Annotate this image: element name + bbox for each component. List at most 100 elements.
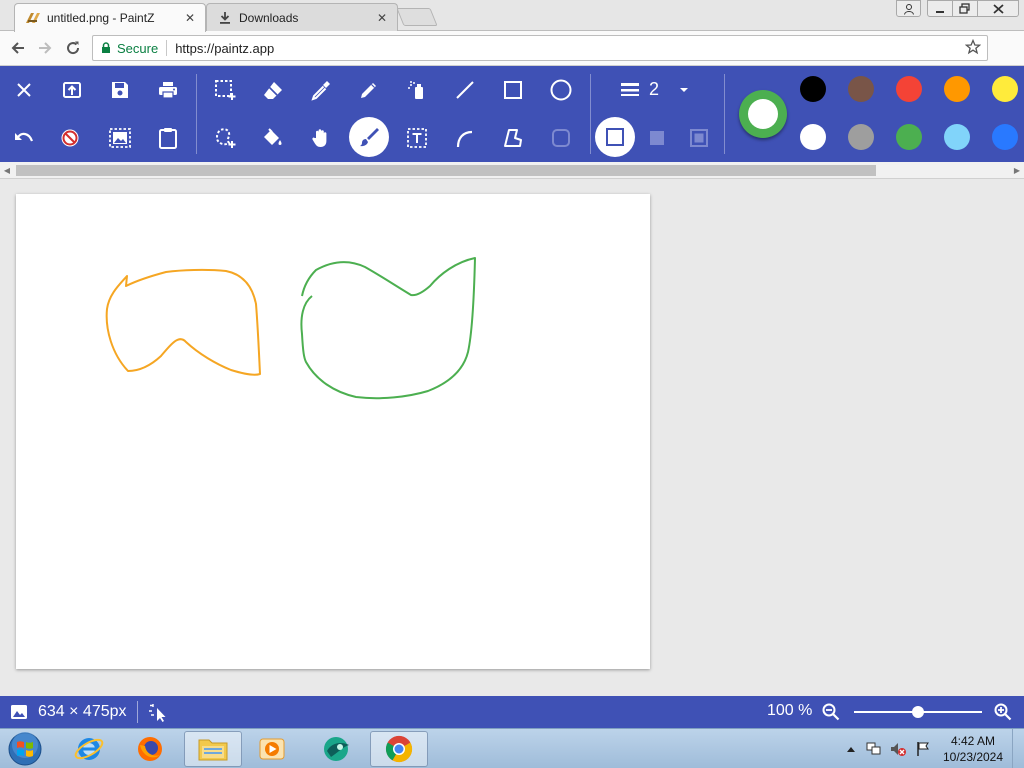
internet-explorer-icon <box>74 738 104 760</box>
spray-can-icon <box>408 81 423 99</box>
start-button[interactable] <box>4 730 46 768</box>
minimize-button[interactable] <box>927 0 953 17</box>
volume-muted-icon[interactable] <box>887 729 909 768</box>
rectangle-select-tool[interactable] <box>208 73 242 107</box>
horizontal-scrollbar[interactable]: ◀ ▶ <box>0 162 1024 179</box>
fill-tool[interactable] <box>256 121 290 155</box>
outline-mode-button[interactable] <box>595 117 635 157</box>
taskbar-firefox[interactable] <box>121 731 179 767</box>
outline-filled-square-icon <box>690 129 708 147</box>
ellipse-tool[interactable] <box>544 73 578 107</box>
save-button[interactable] <box>103 73 137 107</box>
line-width-button[interactable] <box>613 73 647 107</box>
palette-swatch[interactable] <box>896 124 922 150</box>
reload-button[interactable] <box>62 37 84 59</box>
firefox-icon <box>138 737 162 761</box>
network-tray-icon[interactable] <box>863 729 885 768</box>
close-icon <box>992 3 1004 14</box>
clock-time: 4:42 AM <box>950 734 996 748</box>
clear-icon <box>61 129 79 147</box>
line-icon <box>456 81 474 99</box>
palette-swatch[interactable] <box>896 76 922 102</box>
palette-swatch[interactable] <box>944 124 970 150</box>
close-window-button[interactable] <box>977 0 1019 17</box>
undo-button[interactable] <box>7 121 41 155</box>
taskbar-media-player[interactable] <box>243 731 301 767</box>
user-profile-button[interactable] <box>896 0 921 17</box>
tab-close-icon[interactable]: ✕ <box>375 11 389 25</box>
curve-tool[interactable] <box>448 121 482 155</box>
rectangle-select-icon <box>215 80 236 100</box>
select-all-button[interactable] <box>103 121 137 155</box>
user-icon <box>903 3 914 15</box>
palette-swatch[interactable] <box>992 124 1018 150</box>
line-width-dropdown[interactable] <box>667 73 701 107</box>
line-width-value[interactable]: 2 <box>649 79 659 100</box>
free-form-select-tool[interactable] <box>208 121 242 155</box>
text-tool[interactable] <box>400 121 434 155</box>
taskbar-file-explorer[interactable] <box>184 731 242 767</box>
zoom-slider-thumb[interactable] <box>912 706 924 718</box>
bookmark-star-icon[interactable] <box>964 38 982 58</box>
pan-tool[interactable] <box>304 121 338 155</box>
outline-square-icon <box>606 128 624 146</box>
taskbar-green-app[interactable] <box>307 731 365 767</box>
fill-mode-button[interactable] <box>640 121 674 155</box>
print-button[interactable] <box>151 73 185 107</box>
zoom-value[interactable]: 100 % <box>767 702 812 720</box>
maximize-button[interactable] <box>952 0 978 17</box>
rounded-rectangle-tool[interactable] <box>544 121 578 155</box>
url-text[interactable]: https://paintz.app <box>175 41 274 56</box>
media-player-icon <box>259 738 285 760</box>
new-tab-button[interactable] <box>396 8 438 26</box>
close-icon <box>17 83 31 97</box>
line-tool[interactable] <box>448 73 482 107</box>
select-all-image-icon <box>109 128 131 148</box>
back-button[interactable] <box>7 37 29 59</box>
taskbar-internet-explorer[interactable] <box>60 731 118 767</box>
pencil-tool[interactable] <box>352 73 386 107</box>
palette-swatch[interactable] <box>992 76 1018 102</box>
eraser-tool[interactable] <box>256 73 290 107</box>
open-button[interactable] <box>55 73 89 107</box>
show-desktop-button[interactable] <box>1012 729 1024 768</box>
toolbar-divider <box>196 74 197 154</box>
scroll-left-icon[interactable]: ◀ <box>2 165 12 176</box>
taskbar-chrome[interactable] <box>370 731 428 767</box>
rectangle-icon <box>504 81 522 99</box>
ellipse-icon <box>550 79 572 101</box>
color-picker-tool[interactable] <box>304 73 338 107</box>
palette-swatch[interactable] <box>800 76 826 102</box>
address-bar[interactable]: Secure https://paintz.app <box>92 35 988 61</box>
drawing-canvas[interactable] <box>16 194 650 669</box>
airbrush-tool[interactable] <box>400 73 434 107</box>
action-center-flag-icon[interactable] <box>912 729 934 768</box>
current-color-indicator[interactable] <box>739 90 787 138</box>
zoom-out-icon[interactable] <box>822 703 840 724</box>
system-clock[interactable]: 4:42 AM 10/23/2024 <box>938 733 1008 765</box>
secondary-color[interactable] <box>748 99 778 129</box>
rectangle-tool[interactable] <box>496 73 530 107</box>
canvas-drawing <box>105 257 476 400</box>
clear-canvas-button[interactable] <box>53 121 87 155</box>
scrollbar-thumb[interactable] <box>16 165 876 176</box>
forward-button[interactable] <box>34 37 56 59</box>
zoom-in-icon[interactable] <box>994 703 1012 724</box>
tab-downloads[interactable]: Downloads ✕ <box>206 3 398 31</box>
palette-swatch[interactable] <box>848 124 874 150</box>
status-bar: 634 × 475px 100 % <box>0 696 1024 728</box>
brush-tool[interactable] <box>349 117 389 157</box>
green-app-icon <box>324 737 349 761</box>
close-tool-button[interactable] <box>7 73 41 107</box>
paste-button[interactable] <box>151 121 185 155</box>
polygon-tool[interactable] <box>496 121 530 155</box>
scroll-right-icon[interactable]: ▶ <box>1012 165 1022 176</box>
outline-fill-mode-button[interactable] <box>682 121 716 155</box>
tab-close-icon[interactable]: ✕ <box>183 11 197 25</box>
palette-swatch[interactable] <box>944 76 970 102</box>
show-hidden-icons-button[interactable] <box>843 729 859 768</box>
palette-swatch[interactable] <box>800 124 826 150</box>
tab-title: untitled.png - PaintZ <box>47 11 155 25</box>
palette-swatch[interactable] <box>848 76 874 102</box>
tab-paintz[interactable]: untitled.png - PaintZ ✕ <box>14 3 206 32</box>
